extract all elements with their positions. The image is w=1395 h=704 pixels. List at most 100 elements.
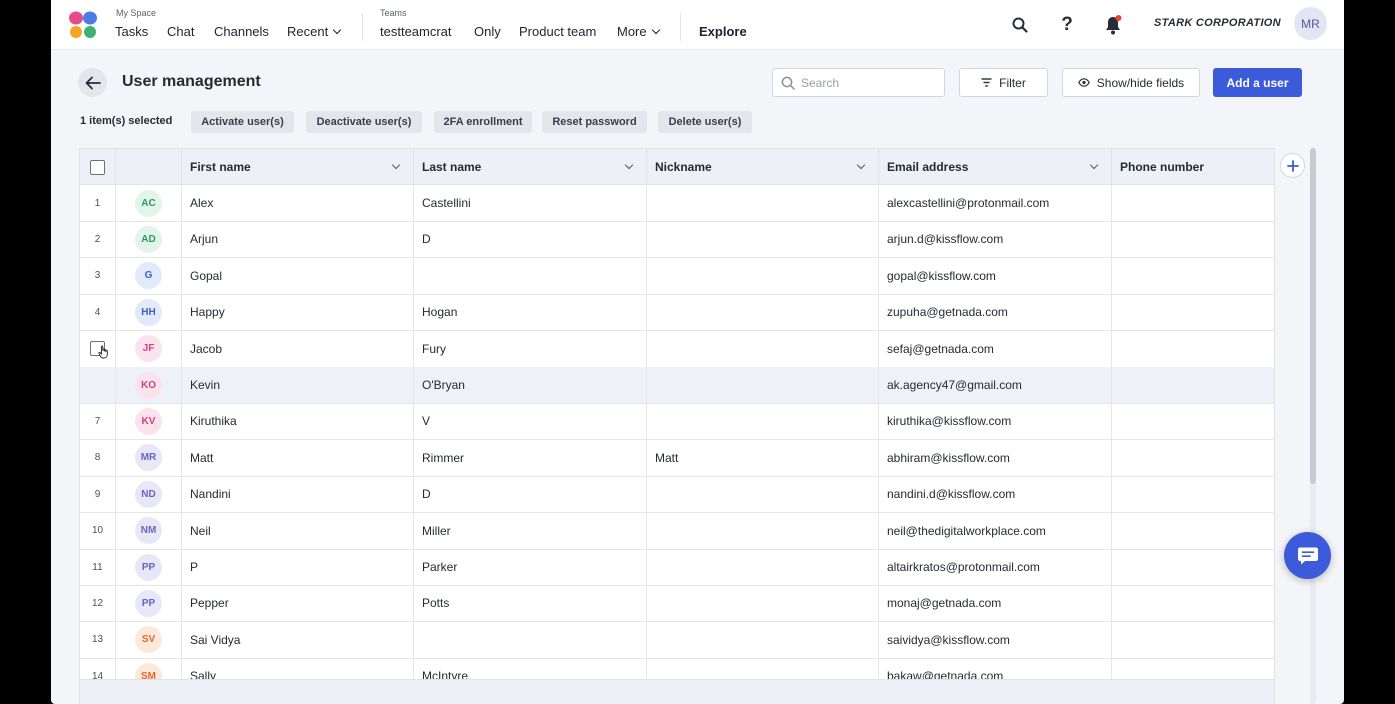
email-cell[interactable]: ak.agency47@gmail.com	[879, 367, 1112, 403]
column-nickname[interactable]: Nickname	[647, 149, 879, 185]
search-box[interactable]	[772, 68, 945, 97]
table-row[interactable]: 11 PP P Parker altairkratos@protonmail.com	[80, 549, 1274, 586]
add-column-button[interactable]	[1280, 153, 1305, 178]
row-number-cell[interactable]: 10	[80, 512, 116, 549]
deactivate-users-button[interactable]: Deactivate user(s)	[306, 111, 422, 133]
first-cell[interactable]: Kiruthika	[182, 403, 414, 440]
table-row[interactable]: 13 SV Sai Vidya saividya@kissflow.com	[80, 621, 1274, 659]
phone-cell[interactable]	[1112, 258, 1274, 294]
nav-team-testteamcrat[interactable]: testteamcrat	[380, 24, 452, 39]
column-email[interactable]: Email address	[879, 149, 1112, 185]
phone-cell[interactable]	[1112, 622, 1274, 658]
chevron-down-icon[interactable]	[1089, 160, 1099, 170]
nick-cell[interactable]	[647, 294, 879, 331]
nick-cell[interactable]	[647, 621, 879, 658]
email-cell[interactable]: alexcastellini@protonmail.com	[879, 185, 1112, 221]
chevron-down-icon[interactable]	[856, 160, 866, 170]
first-cell[interactable]: Arjun	[182, 221, 414, 258]
chevron-down-icon[interactable]	[624, 160, 634, 170]
2fa-enrollment-button[interactable]: 2FA enrollment	[434, 111, 532, 133]
row-number-cell[interactable]: 13	[80, 621, 116, 658]
last-cell[interactable]: Miller	[414, 512, 647, 549]
first-cell[interactable]: Sai Vidya	[182, 621, 414, 658]
last-cell[interactable]: Potts	[414, 585, 647, 622]
phone-cell[interactable]	[1112, 549, 1274, 585]
first-cell[interactable]: P	[182, 549, 414, 585]
last-cell[interactable]: V	[414, 403, 647, 440]
reset-password-button[interactable]: Reset password	[542, 111, 647, 133]
phone-cell[interactable]	[1112, 585, 1274, 621]
first-cell[interactable]: Happy	[182, 294, 414, 331]
table-row[interactable]: 10 NM Neil Miller neil@thedigitalworkplace.c…	[80, 512, 1274, 550]
chevron-down-icon[interactable]	[391, 160, 401, 170]
search-input[interactable]	[801, 74, 937, 92]
table-row[interactable]: JF Jacob Fury sefaj@getnada.com	[80, 330, 1274, 368]
phone-cell[interactable]	[1112, 294, 1274, 330]
back-button[interactable]	[78, 68, 107, 97]
table-row[interactable]: 7 KV Kiruthika Vkiruthika@kissflow.com	[80, 403, 1274, 441]
nav-tasks[interactable]: Tasks	[115, 24, 148, 39]
nav-team-product[interactable]: Product team	[519, 24, 596, 39]
first-cell[interactable]: Kevin	[182, 367, 414, 403]
help-icon[interactable]: ?	[1053, 11, 1081, 39]
notification-bell-icon[interactable]	[1099, 11, 1127, 39]
first-cell[interactable]: Alex	[182, 185, 414, 221]
first-cell[interactable]: Gopal	[182, 257, 414, 294]
last-cell[interactable]: Hogan	[414, 294, 647, 331]
filter-button[interactable]: Filter	[959, 68, 1048, 97]
last-cell[interactable]	[414, 621, 647, 658]
nick-cell[interactable]	[647, 585, 879, 622]
phone-cell[interactable]	[1112, 476, 1274, 512]
nick-cell[interactable]	[647, 221, 879, 258]
phone-cell[interactable]	[1112, 221, 1274, 257]
row-checkbox[interactable]	[90, 341, 108, 359]
last-cell[interactable]: Parker	[414, 549, 647, 585]
table-row[interactable]: 1 AC Alex Castellini alexcastellini@protonma…	[80, 185, 1274, 222]
activate-users-button[interactable]: Activate user(s)	[191, 111, 294, 133]
table-row[interactable]: 2 AD Arjun Darjun.d@kissflow.com	[80, 221, 1274, 259]
nick-cell[interactable]: Matt	[647, 439, 879, 476]
nick-cell[interactable]	[647, 257, 879, 294]
first-cell[interactable]: Neil	[182, 512, 414, 549]
table-row[interactable]: 9 ND Nandini Dnandini.d@kissflow.com	[80, 476, 1274, 514]
email-cell[interactable]: nandini.d@kissflow.com	[879, 476, 1112, 513]
row-number-cell[interactable]: 4	[80, 294, 116, 331]
email-cell[interactable]: saividya@kissflow.com	[879, 621, 1112, 658]
row-number-cell[interactable]: 8	[80, 439, 116, 476]
last-cell[interactable]: D	[414, 221, 647, 258]
delete-users-button[interactable]: Delete user(s)	[658, 111, 752, 133]
column-first-name[interactable]: First name	[182, 149, 414, 185]
row-number-cell[interactable]: 9	[80, 476, 116, 513]
email-cell[interactable]: arjun.d@kissflow.com	[879, 221, 1112, 258]
show-hide-fields-button[interactable]: Show/hide fields	[1062, 68, 1200, 97]
nav-team-only[interactable]: Only	[474, 24, 501, 39]
row-number-cell[interactable]: 3	[80, 257, 116, 294]
phone-cell[interactable]	[1112, 403, 1274, 439]
nav-explore[interactable]: Explore	[699, 24, 747, 39]
row-number-cell[interactable]	[80, 367, 116, 403]
row-number-cell[interactable]: 2	[80, 221, 116, 258]
table-row[interactable]: 3 G Gopal gopal@kissflow.com	[80, 257, 1274, 295]
user-avatar[interactable]: MR	[1294, 7, 1327, 40]
table-row[interactable]: 4 HH Happy Hogan zupuha@getnada.com	[80, 294, 1274, 332]
first-cell[interactable]: Pepper	[182, 585, 414, 622]
email-cell[interactable]: kiruthika@kissflow.com	[879, 403, 1112, 440]
row-number-cell[interactable]: 12	[80, 585, 116, 622]
phone-cell[interactable]	[1112, 440, 1274, 476]
nick-cell[interactable]	[647, 476, 879, 513]
nick-cell[interactable]	[647, 367, 879, 403]
nick-cell[interactable]	[647, 185, 879, 221]
nick-cell[interactable]	[647, 512, 879, 549]
column-phone[interactable]: Phone number	[1112, 149, 1274, 185]
email-cell[interactable]: abhiram@kissflow.com	[879, 439, 1112, 476]
first-cell[interactable]: Matt	[182, 439, 414, 476]
scrollbar-thumb[interactable]	[1310, 148, 1316, 484]
last-cell[interactable]: O'Bryan	[414, 367, 647, 403]
column-last-name[interactable]: Last name	[414, 149, 647, 185]
phone-cell[interactable]	[1112, 367, 1274, 403]
first-cell[interactable]: Jacob	[182, 330, 414, 367]
nav-channels[interactable]: Channels	[214, 24, 269, 39]
last-cell[interactable]: Rimmer	[414, 439, 647, 476]
last-cell[interactable]	[414, 257, 647, 294]
nick-cell[interactable]	[647, 549, 879, 585]
